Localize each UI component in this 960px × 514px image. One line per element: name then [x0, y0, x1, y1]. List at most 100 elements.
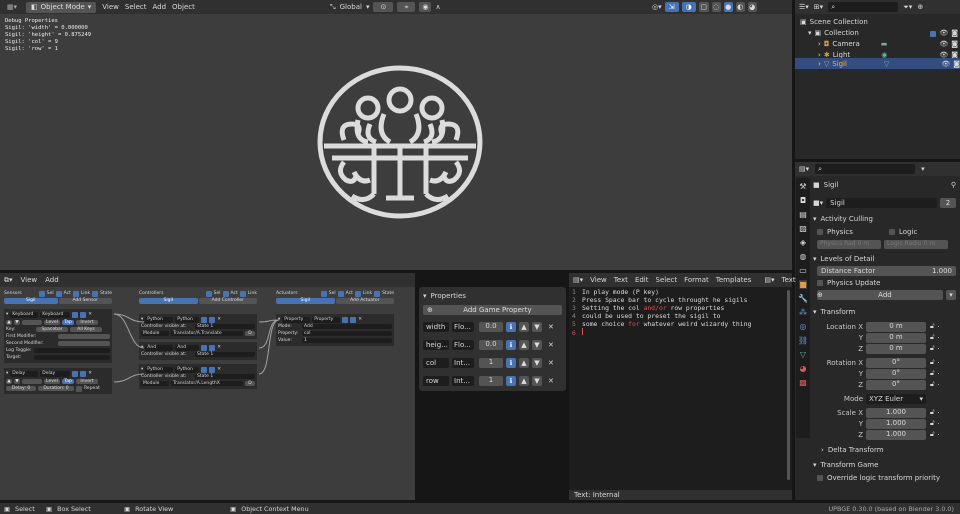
display-mode-icon[interactable]: ⊞▾	[814, 3, 823, 11]
location-x-field[interactable]: 0 m	[866, 321, 926, 332]
mode-dropdown[interactable]: ◧ Object Mode ▾	[26, 1, 97, 13]
rotation-x-field[interactable]: 0°	[866, 357, 926, 368]
menu-select[interactable]: Select	[656, 276, 678, 284]
rotation-z-field[interactable]: 0°	[866, 379, 926, 390]
property-debug-toggle[interactable]: ℹ	[506, 322, 516, 332]
filter-icon[interactable]: ⏷▾	[903, 3, 912, 12]
menu-object[interactable]: Object	[172, 3, 195, 11]
collection-tab-icon[interactable]: ▭	[799, 266, 807, 275]
tool-icon[interactable]: ⚒	[799, 182, 806, 191]
menu-view[interactable]: View	[590, 276, 607, 284]
physics-update-checkbox[interactable]	[817, 280, 823, 286]
property-name-field[interactable]: row	[423, 376, 449, 386]
keyframe-icon[interactable]: ·	[935, 345, 940, 353]
shading-rendered-button[interactable]: ◕	[747, 2, 757, 12]
menu-view[interactable]: View	[102, 3, 119, 11]
scene-collection-row[interactable]: ▣ Scene Collection	[800, 17, 958, 28]
add-game-property-button[interactable]: ⊕ Add Game Property	[423, 305, 562, 315]
menu-format[interactable]: Format	[684, 276, 709, 284]
view-layer-icon[interactable]: ▨	[799, 224, 807, 233]
shading-material-button[interactable]: ◐	[735, 2, 745, 12]
scale-x-field[interactable]: 1.000	[866, 407, 926, 418]
lock-icon[interactable]: 🔓︎	[926, 369, 935, 378]
property-debug-toggle[interactable]: ℹ	[506, 376, 516, 386]
lock-icon[interactable]: 🔓︎	[926, 322, 935, 331]
move-down-button[interactable]: ▼	[532, 340, 542, 350]
editor-type-icon[interactable]: ⧉▾	[4, 276, 13, 285]
eye-icon[interactable]: 👁	[939, 28, 948, 39]
eye-icon[interactable]: 👁	[941, 60, 950, 68]
delta-transform-panel[interactable]: › Delta Transform	[813, 443, 956, 457]
user-count[interactable]: 2	[940, 198, 956, 208]
snap-button[interactable]: ⌖	[397, 2, 416, 12]
lock-icon[interactable]: 🔓︎	[926, 430, 935, 439]
data-icon[interactable]: ▽	[800, 350, 806, 359]
render-icon[interactable]: ◘	[800, 196, 806, 205]
move-up-button[interactable]: ▲	[519, 358, 529, 368]
expand-icon[interactable]: ▾	[808, 28, 812, 39]
distance-factor-field[interactable]: Distance Factor 1.000	[817, 266, 956, 276]
visibility-icon[interactable]: ◎▾	[652, 3, 662, 11]
property-value-field[interactable]: 0.0	[479, 340, 503, 350]
constraint-icon[interactable]: ⛓	[798, 336, 808, 345]
eye-icon[interactable]: 👁	[939, 39, 948, 50]
property-value-field[interactable]: 1	[479, 358, 503, 368]
menu-add[interactable]: Add	[152, 3, 166, 11]
rotation-mode-dropdown[interactable]: XYZ Euler ▾	[866, 393, 926, 404]
keyframe-icon[interactable]: ·	[935, 370, 940, 378]
object-icon[interactable]: ■	[799, 280, 807, 289]
lod-menu-button[interactable]: ▾	[946, 290, 956, 300]
physics-icon[interactable]: ◎	[800, 322, 807, 331]
pivot-button[interactable]: ⊙	[373, 2, 394, 12]
rotation-y-field[interactable]: 0°	[866, 368, 926, 379]
remove-property-icon[interactable]: ✕	[545, 341, 554, 349]
move-down-button[interactable]: ▼	[532, 376, 542, 386]
property-name-field[interactable]: width	[423, 322, 449, 332]
object-name-field[interactable]: Sigil	[826, 198, 937, 208]
keyframe-icon[interactable]: ·	[935, 323, 940, 331]
activity-culling-panel[interactable]: ▾ Activity Culling	[813, 212, 956, 226]
outliner-item-sigil[interactable]: › ▽ Sigil ▽ 👁 ◙	[795, 58, 960, 69]
property-type-dropdown[interactable]: Int...	[452, 358, 474, 368]
sigil-image[interactable]	[314, 62, 486, 222]
editor-type-icon[interactable]: ▤▾	[573, 276, 583, 284]
property-debug-toggle[interactable]: ℹ	[506, 358, 516, 368]
gizmo-button[interactable]: ⇲	[664, 2, 679, 12]
move-up-button[interactable]: ▲	[519, 376, 529, 386]
menu-view[interactable]: View	[21, 276, 38, 284]
logic-radius-field[interactable]: Logic Radiu 0 m	[884, 239, 948, 249]
property-type-dropdown[interactable]: Flo...	[452, 340, 474, 350]
pin-icon[interactable]: ⚲	[951, 181, 956, 189]
move-down-button[interactable]: ▼	[532, 358, 542, 368]
location-y-field[interactable]: 0 m	[866, 332, 926, 343]
camera-render-icon[interactable]: ◙	[951, 28, 958, 39]
override-checkbox[interactable]	[817, 475, 823, 481]
property-debug-toggle[interactable]: ℹ	[506, 340, 516, 350]
shading-wire-button[interactable]: ◌	[711, 2, 721, 12]
physics-checkbox[interactable]	[817, 229, 823, 235]
include-checkbox[interactable]	[930, 30, 937, 37]
new-collection-icon[interactable]: ⊕	[917, 3, 923, 11]
keyframe-icon[interactable]: ·	[935, 359, 940, 367]
keyframe-icon[interactable]: ·	[935, 431, 940, 439]
add-lod-button[interactable]: ⊕ Add	[817, 290, 943, 300]
property-name-field[interactable]: heig...	[423, 340, 449, 350]
outliner-item-camera[interactable]: › ◘ Camera ▬ 👁 ◙	[800, 39, 958, 50]
move-up-button[interactable]: ▲	[519, 322, 529, 332]
lock-icon[interactable]: 🔓︎	[926, 408, 935, 417]
lock-icon[interactable]: 🔓︎	[926, 333, 935, 342]
keyframe-icon[interactable]: ·	[935, 409, 940, 417]
particles-icon[interactable]: ⁂	[799, 308, 807, 317]
object-browse-icon[interactable]: ■▾	[813, 199, 823, 207]
keyframe-icon[interactable]: ·	[935, 334, 940, 342]
collection-row[interactable]: ▾ ▣ Collection 👁 ◙	[800, 28, 958, 39]
text-scrollbar[interactable]	[787, 290, 790, 480]
properties-panel-header[interactable]: ▾ Properties	[423, 290, 562, 302]
property-type-dropdown[interactable]: Flo...	[452, 322, 474, 332]
menu-text[interactable]: Text	[614, 276, 628, 284]
properties-search[interactable]: ⌕	[815, 164, 916, 174]
editor-type-icon[interactable]: ☰▾	[799, 3, 809, 11]
scale-z-field[interactable]: 1.000	[866, 429, 926, 440]
menu-select[interactable]: Select	[125, 3, 147, 11]
property-name-field[interactable]: col	[423, 358, 449, 368]
